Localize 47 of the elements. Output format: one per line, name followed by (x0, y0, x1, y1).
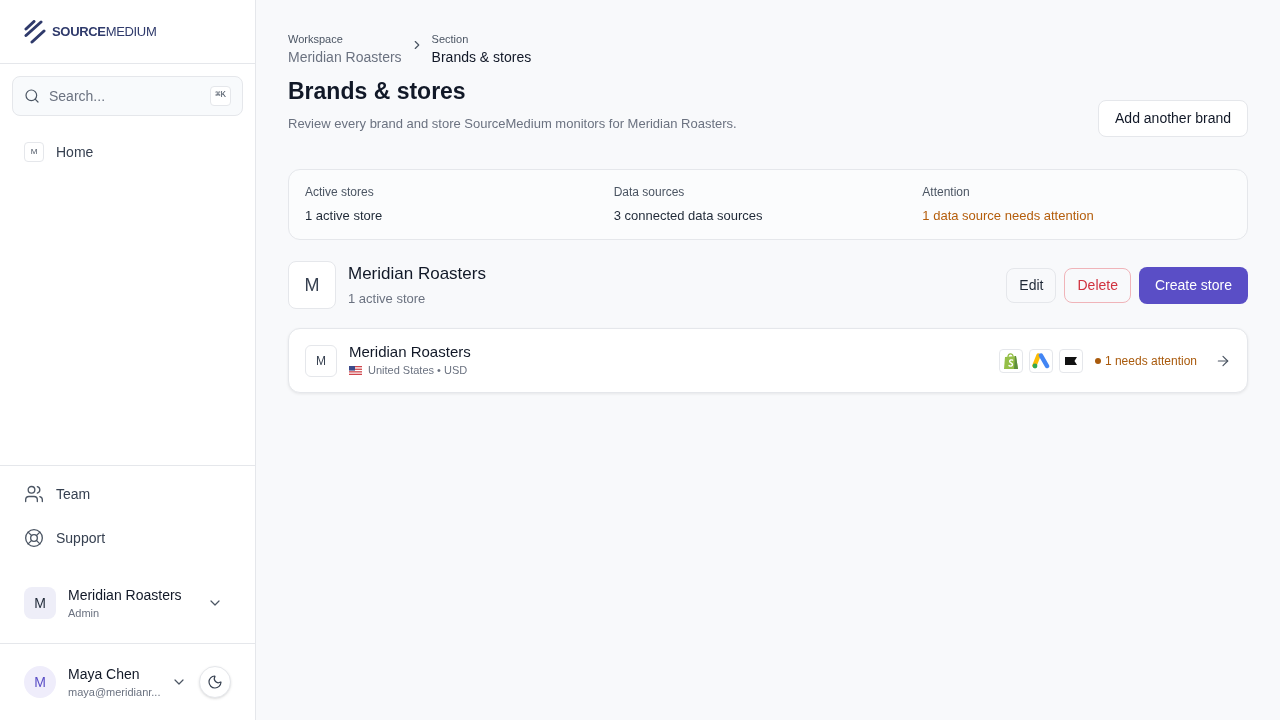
us-flag-icon (349, 366, 362, 375)
workspace-name: Meridian Roasters (68, 586, 183, 605)
breadcrumb-caption: Workspace (288, 32, 344, 47)
breadcrumb-link[interactable]: Meridian Roasters (288, 47, 402, 67)
stat-value: 1 data source needs attention (922, 206, 1095, 225)
nav-item[interactable]: M Home (12, 136, 243, 168)
moon-icon (207, 674, 223, 690)
create-store-button[interactable]: Create store (1138, 266, 1248, 304)
breadcrumb-link[interactable]: Brands & stores (431, 47, 532, 67)
workspace-avatar: M (24, 587, 56, 619)
status-text: 1 needs attention (1104, 352, 1197, 369)
shopping-bag-icon (998, 348, 1023, 373)
shortcut-key: ⌘K (210, 86, 231, 106)
store-name: Meridian Roasters (349, 342, 471, 363)
people-icon (24, 484, 44, 504)
store-avatar: M (305, 344, 337, 377)
workspace-role: Admin (68, 606, 101, 621)
triangle-logo-icon (1028, 348, 1053, 373)
user-avatar: M (24, 666, 56, 698)
stat-label: Data sources (613, 183, 686, 200)
workspace-switcher[interactable]: M Meridian Roasters Admin (12, 579, 243, 627)
page-subtitle: Review every brand and store SourceMedium monitors for Meridian Roasters. (288, 115, 737, 133)
search-icon (24, 88, 40, 104)
stat-value: 1 active store (305, 206, 384, 225)
logo-text: SOURCEMEDIUM (52, 22, 157, 41)
store-location: United States • USD (368, 363, 468, 379)
nav-item[interactable]: Team (12, 472, 243, 516)
brand-summary: 1 active store (348, 289, 427, 308)
brand-avatar: M (288, 261, 336, 309)
home-badge: M (24, 142, 44, 162)
store-card[interactable]: M Meridian Roasters United States • USD 1 needs attention (288, 328, 1248, 393)
logo-icon (24, 19, 46, 44)
user-name: Maya Chen (68, 665, 141, 684)
lifebuoy-icon (24, 528, 44, 548)
nav-item[interactable]: Support (12, 516, 243, 560)
brand-name: Meridian Roasters (348, 262, 486, 285)
add-brand-button[interactable]: Add another brand (1098, 99, 1248, 137)
user-email: maya@meridianr... (68, 685, 159, 700)
edit-button[interactable]: Edit (1006, 267, 1057, 303)
stat-label: Active stores (305, 183, 375, 200)
stat-value: 3 connected data sources (613, 206, 764, 225)
stat-label: Attention (922, 183, 971, 200)
breadcrumb-caption: Section (431, 32, 470, 47)
theme-toggle-button[interactable] (199, 666, 231, 698)
page-title: Brands & stores (288, 77, 467, 106)
flag-shape-icon (1058, 348, 1083, 373)
delete-button[interactable]: Delete (1064, 267, 1131, 303)
